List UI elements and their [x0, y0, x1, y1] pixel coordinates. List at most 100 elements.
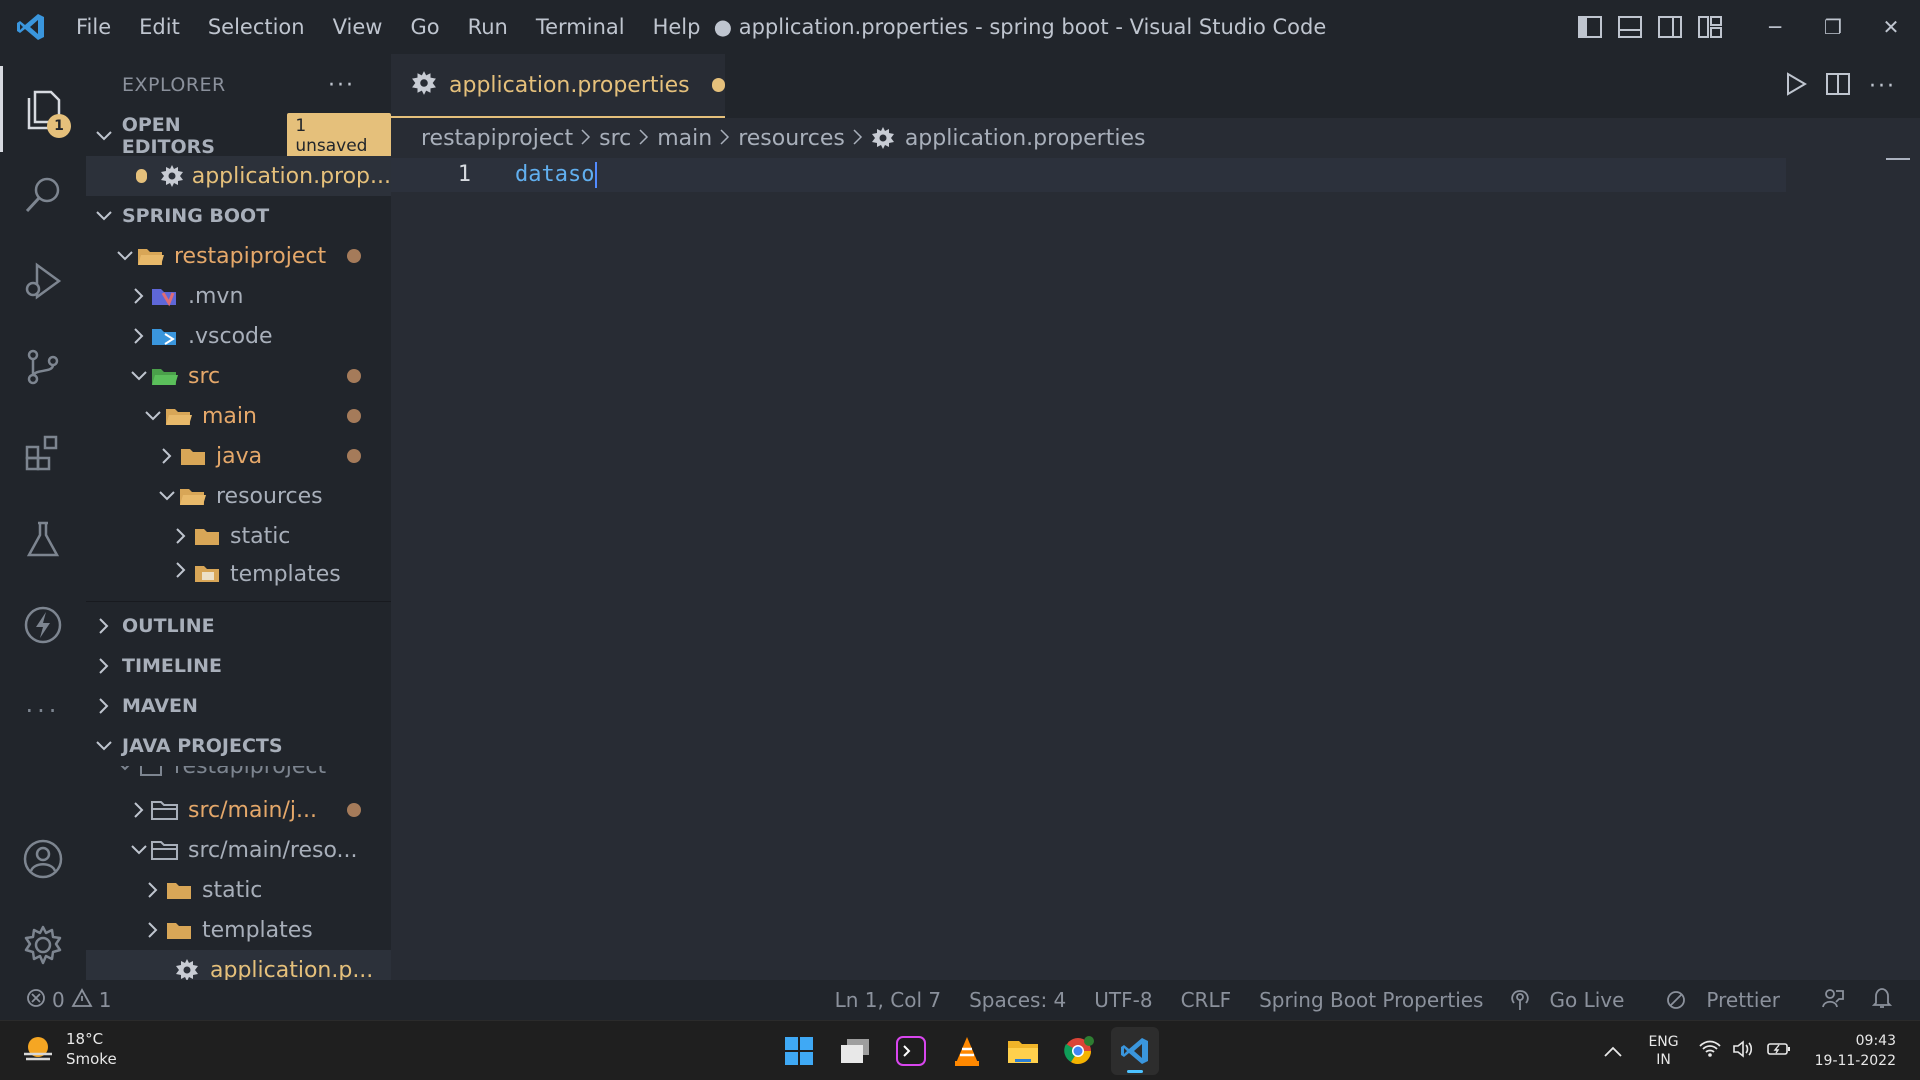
start-windows-icon[interactable]: [775, 1027, 823, 1075]
maven-section[interactable]: MAVEN: [86, 686, 391, 726]
split-editor-icon[interactable]: [1825, 72, 1851, 100]
weather-widget[interactable]: 18°C Smoke: [22, 1029, 117, 1069]
vscode-app-icon[interactable]: [1111, 1027, 1159, 1075]
encoding[interactable]: UTF-8: [1080, 988, 1166, 1012]
manage-gear-icon[interactable]: [0, 902, 86, 988]
menu-go[interactable]: Go: [396, 0, 453, 54]
tree-label: .mvn: [188, 283, 244, 309]
menu-help[interactable]: Help: [639, 0, 715, 54]
toggle-secondary-sidebar-icon[interactable]: [1650, 0, 1690, 54]
menu-terminal[interactable]: Terminal: [522, 0, 639, 54]
close-icon[interactable]: ✕: [1862, 0, 1920, 54]
cursor-position[interactable]: Ln 1, Col 7: [821, 988, 955, 1012]
java-tree-properties[interactable]: application.p...: [86, 950, 391, 980]
code-text: dataso: [515, 162, 595, 187]
file-explorer-icon[interactable]: [999, 1027, 1047, 1075]
tree-item-templates[interactable]: templates: [86, 556, 391, 590]
chevron-right-icon: [128, 328, 150, 344]
prettier-button[interactable]: Prettier: [1652, 988, 1808, 1012]
vlc-app-icon[interactable]: [943, 1027, 991, 1075]
tree-item-static[interactable]: static: [86, 516, 391, 556]
terminal-app-icon[interactable]: [887, 1027, 935, 1075]
breadcrumb-item[interactable]: application.properties: [905, 126, 1146, 151]
line-number: 1: [457, 162, 471, 187]
tab-application-properties[interactable]: application.properties: [391, 54, 725, 118]
menu-run[interactable]: Run: [454, 0, 522, 54]
tree-item-java[interactable]: java: [86, 436, 391, 476]
show-hidden-icons-chevron-up-icon[interactable]: [1604, 1042, 1623, 1061]
language-mode[interactable]: Spring Boot Properties: [1245, 988, 1497, 1012]
java-tree-src-resources[interactable]: src/main/reso...: [86, 830, 391, 870]
spring-dashboard-icon[interactable]: [0, 582, 86, 668]
explorer-more-actions-icon[interactable]: ···: [328, 73, 355, 98]
task-view-icon[interactable]: [831, 1027, 879, 1075]
wifi-icon[interactable]: [1698, 1040, 1721, 1062]
clock[interactable]: 09:43 19-11-2022: [1815, 1031, 1896, 1071]
input-language[interactable]: ENG IN: [1648, 1033, 1678, 1069]
timeline-section[interactable]: TIMELINE: [86, 646, 391, 686]
java-tree-src-java[interactable]: src/main/j...: [86, 790, 391, 830]
spring-boot-section[interactable]: SPRING BOOT: [86, 196, 391, 236]
java-tree-project-row[interactable]: restapiproject: [86, 766, 391, 790]
tree-item-main[interactable]: main: [86, 396, 391, 436]
run-debug-icon[interactable]: [0, 238, 86, 324]
tree-item-resources[interactable]: resources: [86, 476, 391, 516]
chevron-right-icon: [86, 698, 122, 714]
more-views-icon[interactable]: ···: [0, 668, 86, 754]
breadcrumb-item[interactable]: resources: [738, 126, 845, 151]
open-editor-item[interactable]: application.prop...: [86, 156, 391, 196]
outline-section[interactable]: OUTLINE: [86, 606, 391, 646]
tree-label: src: [188, 363, 221, 389]
customize-layout-icon[interactable]: [1690, 0, 1730, 54]
run-icon[interactable]: [1785, 72, 1807, 100]
indentation[interactable]: Spaces: 4: [955, 988, 1080, 1012]
explorer-icon[interactable]: 1: [0, 66, 86, 152]
breadcrumb-item[interactable]: src: [599, 126, 631, 151]
java-tree-static[interactable]: static: [86, 870, 391, 910]
breadcrumb-item[interactable]: main: [657, 126, 712, 151]
menu-selection[interactable]: Selection: [194, 0, 319, 54]
code-editor[interactable]: 1 dataso: [391, 158, 1920, 980]
restore-icon[interactable]: ❐: [1804, 0, 1862, 54]
source-control-icon[interactable]: [0, 324, 86, 410]
code-line[interactable]: dataso: [515, 158, 598, 192]
breadcrumb-item[interactable]: restapiproject: [421, 126, 573, 151]
tree-item-mvn[interactable]: .mvn: [86, 276, 391, 316]
tree-label: templates: [230, 562, 341, 587]
folder-icon: [164, 879, 194, 901]
volume-icon[interactable]: [1732, 1040, 1755, 1062]
weather-temp: 18°C: [66, 1030, 104, 1048]
feedback-icon[interactable]: [1808, 987, 1858, 1014]
chrome-app-icon[interactable]: [1055, 1027, 1103, 1075]
minimize-icon[interactable]: ─: [1746, 0, 1804, 54]
status-bar: 0 1 Ln 1, Col 7 Spaces: 4 UTF-8 CRLF Spr…: [0, 980, 1920, 1020]
editor-more-actions-icon[interactable]: ···: [1869, 74, 1896, 99]
testing-icon[interactable]: [0, 496, 86, 582]
chevron-down-icon: [86, 131, 122, 141]
menu-view[interactable]: View: [319, 0, 397, 54]
tree-item-src[interactable]: src: [86, 356, 391, 396]
current-line-highlight: [391, 158, 1786, 192]
open-editors-section[interactable]: OPEN EDITORS 1 unsaved: [86, 113, 391, 159]
toggle-primary-sidebar-icon[interactable]: [1570, 0, 1610, 54]
menu-file[interactable]: File: [62, 0, 125, 54]
tree-item-vscode[interactable]: .vscode: [86, 316, 391, 356]
vscode-folder-icon: [150, 325, 180, 347]
problems-indicator[interactable]: 0 1: [26, 987, 111, 1013]
java-tree-templates[interactable]: templates: [86, 910, 391, 950]
unsaved-dot-icon[interactable]: [711, 78, 725, 92]
accounts-icon[interactable]: [0, 816, 86, 902]
spring-boot-label: SPRING BOOT: [122, 205, 270, 227]
search-icon[interactable]: [0, 152, 86, 238]
error-icon: [26, 988, 46, 1013]
toggle-panel-icon[interactable]: [1610, 0, 1650, 54]
tree-item-restapiproject[interactable]: restapiproject: [86, 236, 391, 276]
tree-label: static: [230, 523, 291, 549]
menu-edit[interactable]: Edit: [125, 0, 194, 54]
battery-icon[interactable]: [1766, 1041, 1791, 1061]
java-projects-section[interactable]: JAVA PROJECTS: [86, 726, 391, 766]
notifications-bell-icon[interactable]: [1858, 987, 1920, 1014]
end-of-line[interactable]: CRLF: [1167, 988, 1246, 1012]
extensions-icon[interactable]: [0, 410, 86, 496]
go-live-button[interactable]: Go Live: [1497, 988, 1652, 1012]
